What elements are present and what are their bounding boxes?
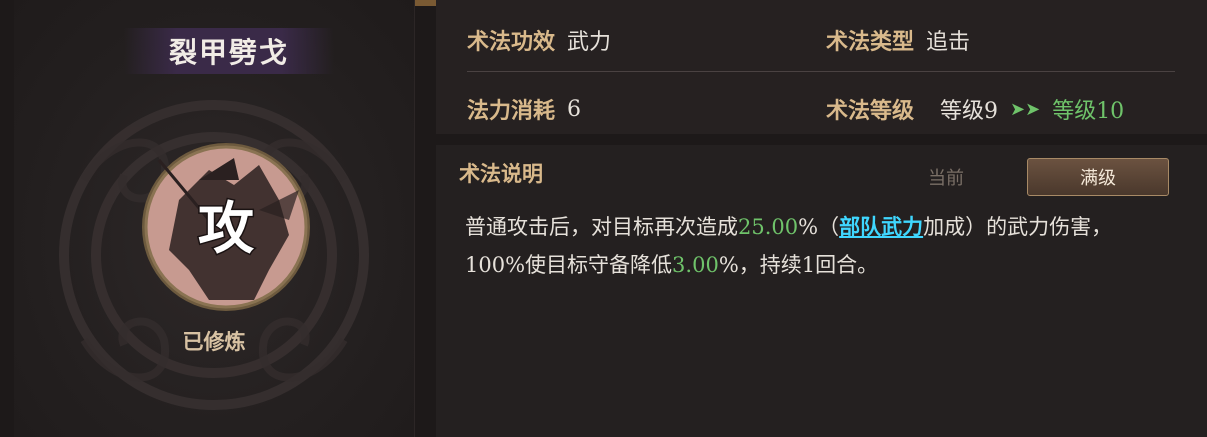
troop-force-link[interactable]: 部队武力: [839, 214, 923, 239]
cost-value: 6: [567, 96, 582, 122]
description-title: 术法说明: [459, 161, 543, 186]
desc-seg5: %，持续1回合。: [718, 253, 879, 277]
level-next: 等级10: [1052, 99, 1125, 124]
info-divider: [467, 71, 1175, 72]
desc-pct2: 3.00: [672, 253, 719, 277]
description-text: 普通攻击后，对目标再次造成25.00%（部队武力加成）的武力伤害， 100%使目标…: [465, 208, 1185, 284]
level-current: 等级9: [940, 99, 999, 124]
desc-seg3: 加成）的武力伤害，: [923, 215, 1113, 239]
tab-current[interactable]: 当前: [870, 158, 1022, 196]
level-arrow-icon: ➤➤: [1010, 98, 1041, 120]
skill-name-plate: 裂甲劈戈: [124, 28, 334, 74]
tab-max-level[interactable]: 满级: [1027, 158, 1169, 196]
desc-seg2: %（: [798, 215, 840, 239]
skill-card: 裂甲劈戈 攻 已修炼: [14, 0, 415, 437]
type-label: 术法类型: [826, 29, 915, 55]
skill-emblem-char: 攻: [198, 196, 255, 262]
type-row: 术法类型 追击: [826, 24, 970, 56]
skill-name: 裂甲劈戈: [168, 36, 289, 69]
desc-seg4: 100%使目标守备降低: [465, 253, 673, 277]
effect-value: 武力: [567, 30, 612, 55]
desc-seg1: 普通攻击后，对目标再次造成: [465, 215, 738, 239]
trained-status: 已修炼: [182, 329, 246, 354]
desc-pct1: 25.00: [738, 215, 799, 239]
skill-emblem-icon[interactable]: 攻: [139, 140, 313, 314]
cost-row: 法力消耗 6: [467, 93, 581, 125]
level-label: 术法等级: [826, 98, 915, 124]
cost-label: 法力消耗: [467, 98, 556, 124]
level-row: 术法等级 等级9 ➤➤ 等级10: [826, 93, 1124, 125]
effect-label: 术法功效: [467, 29, 556, 55]
effect-row: 术法功效 武力: [467, 24, 611, 56]
type-value: 追击: [926, 30, 971, 55]
